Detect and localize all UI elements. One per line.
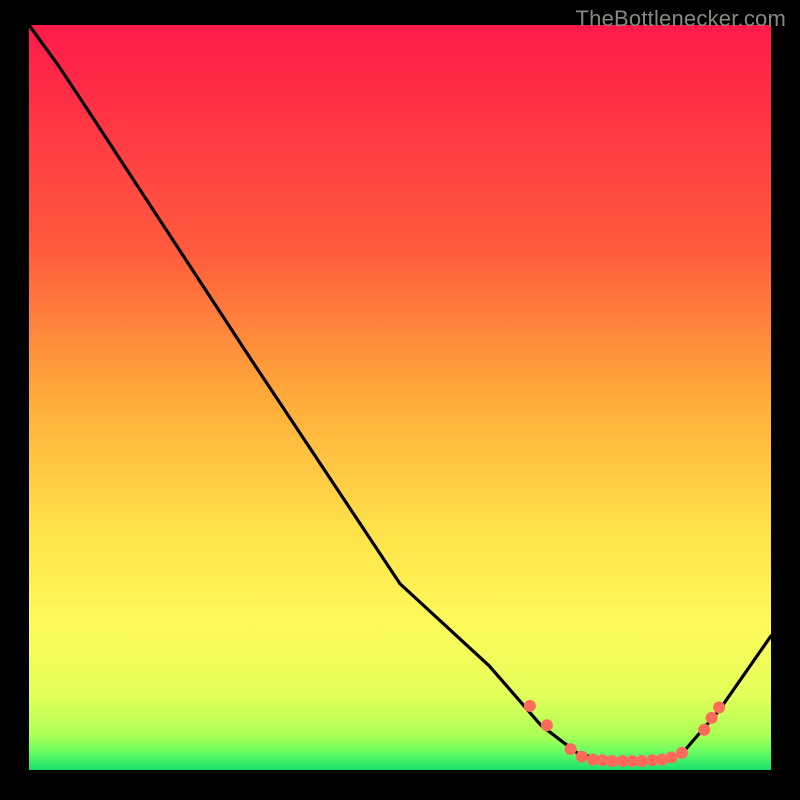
plot-area (29, 25, 771, 770)
data-dot (676, 747, 688, 759)
data-dot (698, 724, 710, 736)
data-dot (666, 751, 678, 763)
data-dot (713, 701, 725, 713)
data-dot (565, 743, 577, 755)
data-dot (636, 755, 648, 767)
bottleneck-chart (0, 0, 800, 800)
data-dot (706, 712, 718, 724)
data-dot (606, 755, 618, 767)
data-dot (524, 700, 536, 712)
data-dot (541, 719, 553, 731)
data-dot (576, 751, 588, 763)
chart-container (0, 0, 800, 800)
attribution-label: TheBottlenecker.com (576, 6, 786, 32)
